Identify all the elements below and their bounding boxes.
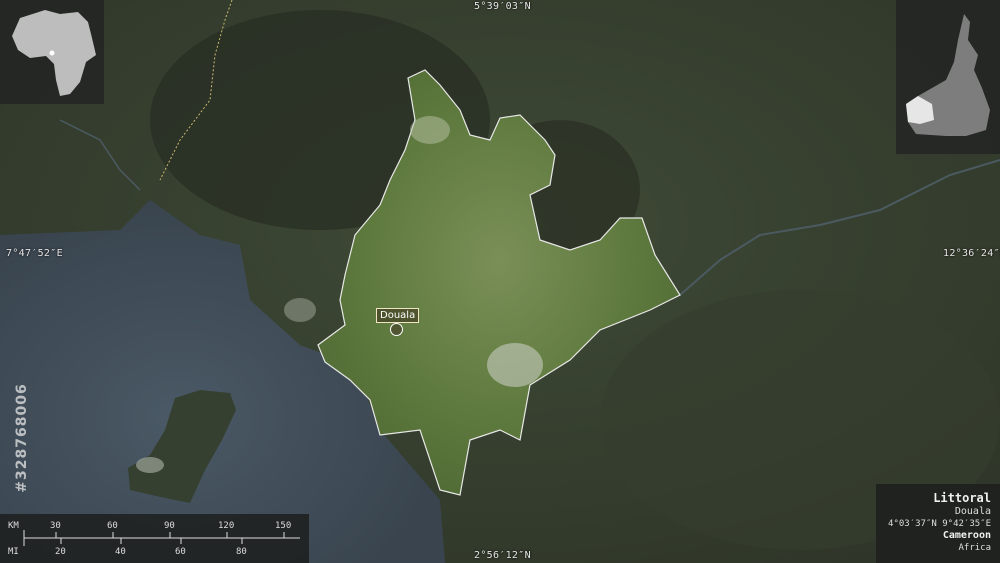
scale-km-tick: 150 (275, 521, 292, 531)
country-name: Cameroon (942, 530, 991, 541)
city-label-douala: Douala (376, 308, 420, 323)
west-coordinate: 7°47′52″E (6, 248, 63, 259)
scale-km-tick: 30 (50, 521, 61, 531)
cloud (487, 343, 543, 387)
scale-mi-tick: 60 (175, 547, 186, 557)
scale-km-tick: 90 (164, 521, 175, 531)
scale-mi-tick: 40 (115, 547, 126, 557)
continent-inset (0, 0, 104, 104)
continent-name: Africa (958, 543, 991, 553)
africa-icon (12, 10, 96, 96)
region-name: Littoral (933, 491, 991, 505)
cameroon-icon (906, 14, 990, 136)
scale-mi-tick: 80 (236, 547, 247, 557)
scale-bar: KM MI 30 60 90 120 150 20 40 60 80 (0, 514, 309, 563)
watermark-id: #328768006 (14, 383, 30, 493)
capital-coordinates: 4°03′37″N 9°42′35″E (888, 519, 991, 529)
scale-lines (23, 530, 300, 546)
map-view: 5°39′03″N 2°56′12″N 7°47′52″E 12°36′24″E… (0, 0, 1000, 563)
cloud (284, 298, 316, 322)
cloud (410, 116, 450, 144)
city-marker (390, 323, 403, 336)
country-inset (896, 0, 1000, 154)
east-coordinate: 12°36′24″E (943, 248, 1000, 259)
south-coordinate: 2°56′12″N (474, 550, 531, 561)
north-coordinate: 5°39′03″N (474, 1, 531, 12)
satellite-map (0, 0, 1000, 563)
region-info-box: Littoral Douala 4°03′37″N 9°42′35″E Came… (876, 484, 1000, 563)
scale-mi-tick: 20 (55, 547, 66, 557)
scale-km-tick: 60 (107, 521, 118, 531)
capital-name: Douala (954, 506, 991, 517)
scale-km-tick: 120 (218, 521, 235, 531)
cloud (136, 457, 164, 473)
